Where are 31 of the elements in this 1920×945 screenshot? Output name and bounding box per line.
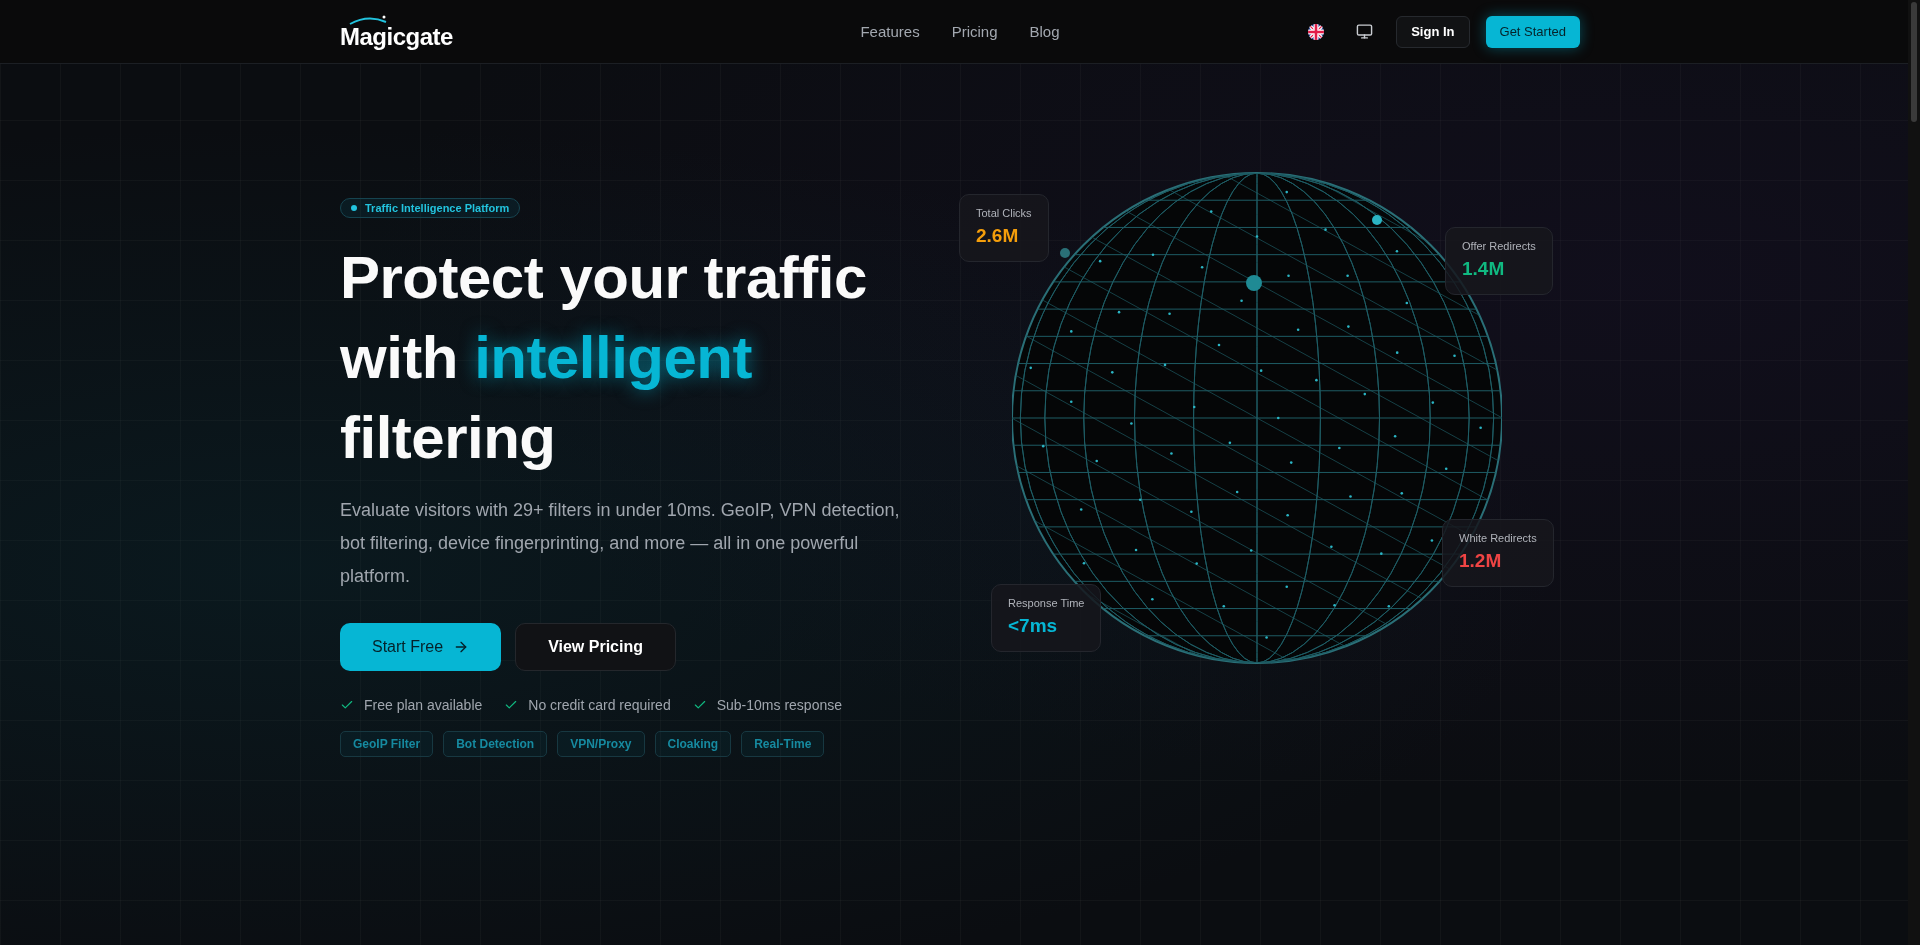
feature-check-text: No credit card required [528,697,671,713]
check-icon [692,698,707,712]
stat-label: White Redirects [1459,532,1537,544]
feature-tag: GeoIP Filter [340,731,434,757]
feature-check-text: Free plan available [364,697,483,713]
sign-in-button[interactable]: Sign In [1396,15,1470,48]
stat-value: 1.2M [1459,550,1503,572]
check-icon [340,698,354,712]
hero-description: Evaluate visitors with 29+ filters in under 10ms. GeoIP, VPN detection, bot filtering, device fingerprinting, and more — all in one powerful platform. [340,499,900,588]
scrollbar[interactable] [1908,0,1920,945]
start-free-button[interactable]: Start Free [340,623,502,671]
feature-tag: Real-Time [741,731,825,757]
stat-value: 1.4M [1462,258,1506,280]
hero-heading: Protect your traffic with intelligent filtering [340,243,868,473]
feature-tag: Bot Detection [443,731,548,757]
magicgate-logo[interactable]: Magicgate [340,11,453,52]
feature-check-text: Sub-10ms response [716,697,842,713]
stat-value: <7ms [1008,615,1059,637]
view-pricing-button[interactable]: View Pricing [515,623,676,671]
feature-tag: VPN/Proxy [557,731,645,757]
stat-label: Total Clicks [976,207,1032,219]
nav-link[interactable]: Pricing [951,23,998,40]
feature-tag: Cloaking [654,731,732,757]
stat-value: 2.6M [976,225,1020,247]
stat-label: Response Time [1008,597,1085,609]
nav-link[interactable]: Blog [1029,23,1060,40]
stat-label: Offer Redirects [1462,240,1536,252]
platform-badge: Traffic Intelligence Platform [340,198,521,218]
nav-link[interactable]: Features [860,23,920,40]
check-icon [504,698,519,712]
get-started-button[interactable]: Get Started [1485,15,1580,48]
